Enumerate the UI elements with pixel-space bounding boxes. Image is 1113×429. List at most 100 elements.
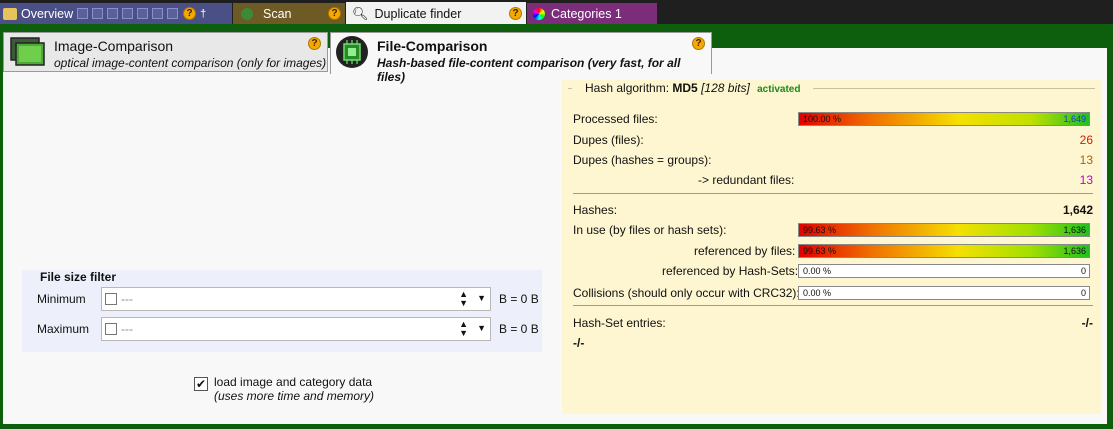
tab-duplicate-finder[interactable]: 🔍︎ Duplicate finder ? [346, 2, 526, 25]
collisions-label: Collisions (should only occur with CRC32… [573, 286, 800, 300]
maximum-unit: B = 0 B [499, 322, 539, 336]
collisions-percent: 0.00 % [803, 288, 832, 298]
tab-strip: Overview ? † Scan ? 🔍︎ Duplicate finder … [0, 0, 1113, 25]
referenced-by-hashsets-label: referenced by Hash-Sets: [662, 264, 799, 278]
help-icon[interactable]: ? [183, 7, 197, 20]
hashset-entries-detail-row: -/- [573, 334, 1093, 352]
image-comparison-mode[interactable]: Image-Comparison optical image-content c… [3, 32, 328, 72]
chevron-down-icon[interactable]: ▼ [477, 323, 486, 333]
minimum-unit: B = 0 B [499, 292, 539, 306]
tab-overview-label: Overview [21, 6, 74, 21]
tab-duplicate-finder-label: Duplicate finder [374, 6, 462, 21]
pin-icon[interactable]: † [200, 8, 206, 20]
code-icon[interactable] [137, 8, 149, 19]
hash-algorithm-name: MD5 [672, 81, 698, 95]
referenced-by-files-count: 1,636 [1063, 246, 1086, 256]
redundant-files-label: -> redundant files: [698, 173, 795, 187]
in-use-percent: 99.63 % [803, 225, 837, 235]
collisions-count: 0 [1080, 288, 1086, 298]
hash-algorithm-bits: [128 bits] [701, 81, 750, 95]
processed-files-row: Processed files: 100.00 % 1,649 [573, 110, 1093, 128]
tab-scan[interactable]: Scan ? [233, 3, 345, 24]
in-use-label: In use (by files or hash sets): [573, 223, 727, 237]
referenced-by-hashsets-row: referenced by Hash-Sets: 0.00 % 0 [573, 262, 1093, 280]
hashes-value: 1,642 [1062, 203, 1093, 217]
minimum-field[interactable]: --- ▲ ▼ ▼ [101, 287, 491, 311]
collisions-row: Collisions (should only occur with CRC32… [573, 284, 1093, 302]
chevron-down-icon[interactable]: ▼ [477, 293, 486, 303]
scan-icon [241, 7, 253, 20]
document-icon[interactable] [107, 8, 119, 19]
tab-categories[interactable]: Categories 1 [527, 3, 657, 24]
image-icon[interactable] [152, 8, 164, 19]
trash-icon[interactable] [122, 8, 134, 19]
load-data-option[interactable]: ✔ load image and category data (uses mor… [194, 375, 374, 403]
processed-files-percent: 100.00 % [803, 114, 842, 124]
processed-files-bar: 100.00 % 1,649 [798, 112, 1090, 126]
in-use-bar: 99.63 % 1,636 [798, 223, 1090, 237]
tab-categories-label: Categories 1 [551, 6, 622, 21]
referenced-by-files-bar: 99.63 % 1,636 [798, 244, 1090, 258]
maximum-field[interactable]: --- ▲ ▼ ▼ [101, 317, 491, 341]
hashset-entries-detail: -/- [573, 336, 585, 350]
chip-icon [335, 35, 375, 69]
hash-statistics-panel: Hash algorithm: MD5 [128 bits] activated… [562, 80, 1101, 414]
referenced-by-files-label: referenced by files: [694, 244, 796, 258]
collisions-bar: 0.00 % 0 [798, 286, 1090, 300]
divider [573, 193, 1093, 194]
help-icon[interactable]: ? [692, 37, 705, 50]
dupes-files-label: Dupes (files): [573, 133, 644, 147]
image-comparison-subtitle: optical image-content comparison (only f… [54, 56, 327, 70]
file-size-filter: File size filter Minimum --- ▲ ▼ ▼ B = 0 … [22, 270, 542, 352]
folder-icon [3, 7, 17, 20]
in-use-count: 1,636 [1063, 225, 1086, 235]
hashset-entries-row: Hash-Set entries: -/- [573, 314, 1093, 332]
referenced-by-files-row: referenced by files: 99.63 % 1,636 [573, 242, 1093, 260]
hashset-entries-value: -/- [1081, 316, 1093, 330]
redundant-files-row: -> redundant files: 13 [573, 171, 1093, 189]
minimum-stepper[interactable]: ▲ ▼ [459, 290, 468, 308]
help-icon[interactable]: ? [308, 37, 321, 50]
minimum-row: Minimum --- ▲ ▼ ▼ B = 0 B [37, 287, 539, 311]
magnifier-icon: 🔍︎ [352, 5, 369, 21]
tab-scan-label: Scan [263, 6, 292, 21]
dupes-hashes-value: 13 [1079, 153, 1093, 167]
hashes-row: Hashes: 1,642 [573, 201, 1093, 219]
load-data-label: load image and category data [214, 375, 373, 389]
minimum-enable-checkbox[interactable] [105, 293, 117, 305]
tab-overview[interactable]: Overview ? † [0, 3, 232, 24]
hash-algorithm-label: Hash algorithm: [585, 81, 670, 95]
hashes-label: Hashes: [573, 203, 618, 217]
maximum-row: Maximum --- ▲ ▼ ▼ B = 0 B [37, 317, 539, 341]
file-comparison-title: File-Comparison [377, 38, 488, 54]
maximum-value: --- [121, 322, 133, 336]
help-icon[interactable]: ? [328, 7, 341, 20]
referenced-by-files-percent: 99.63 % [803, 246, 837, 256]
file-size-filter-header: File size filter [40, 270, 117, 284]
divider [573, 305, 1093, 306]
maximum-stepper[interactable]: ▲ ▼ [459, 320, 468, 338]
processed-files-count: 1,649 [1063, 114, 1086, 124]
processed-files-label: Processed files: [573, 112, 658, 126]
image-comparison-title: Image-Comparison [54, 38, 174, 54]
filter-icon[interactable] [92, 8, 104, 19]
load-data-checkbox[interactable]: ✔ [194, 377, 208, 391]
in-use-row: In use (by files or hash sets): 99.63 % … [573, 221, 1093, 239]
maximum-enable-checkbox[interactable] [105, 323, 117, 335]
referenced-by-hashsets-bar: 0.00 % 0 [798, 264, 1090, 278]
globe-icon[interactable] [167, 8, 179, 19]
dupes-hashes-label: Dupes (hashes = groups): [573, 153, 712, 167]
referenced-by-hashsets-percent: 0.00 % [803, 266, 832, 276]
maximum-label: Maximum [37, 322, 90, 336]
hash-algorithm-header: Hash algorithm: MD5 [128 bits] activated [572, 81, 814, 95]
color-wheel-icon [533, 7, 545, 20]
hash-status-badge: activated [757, 84, 801, 95]
load-data-hint: (uses more time and memory) [214, 389, 375, 403]
minimum-value: --- [121, 292, 133, 306]
referenced-by-hashsets-count: 0 [1080, 266, 1086, 276]
hashset-entries-label: Hash-Set entries: [573, 316, 666, 330]
minimum-label: Minimum [37, 292, 86, 306]
file-comparison-mode[interactable]: File-Comparison Hash-based file-content … [330, 32, 712, 84]
toolbar-icon[interactable] [77, 8, 89, 19]
help-icon[interactable]: ? [509, 7, 522, 20]
